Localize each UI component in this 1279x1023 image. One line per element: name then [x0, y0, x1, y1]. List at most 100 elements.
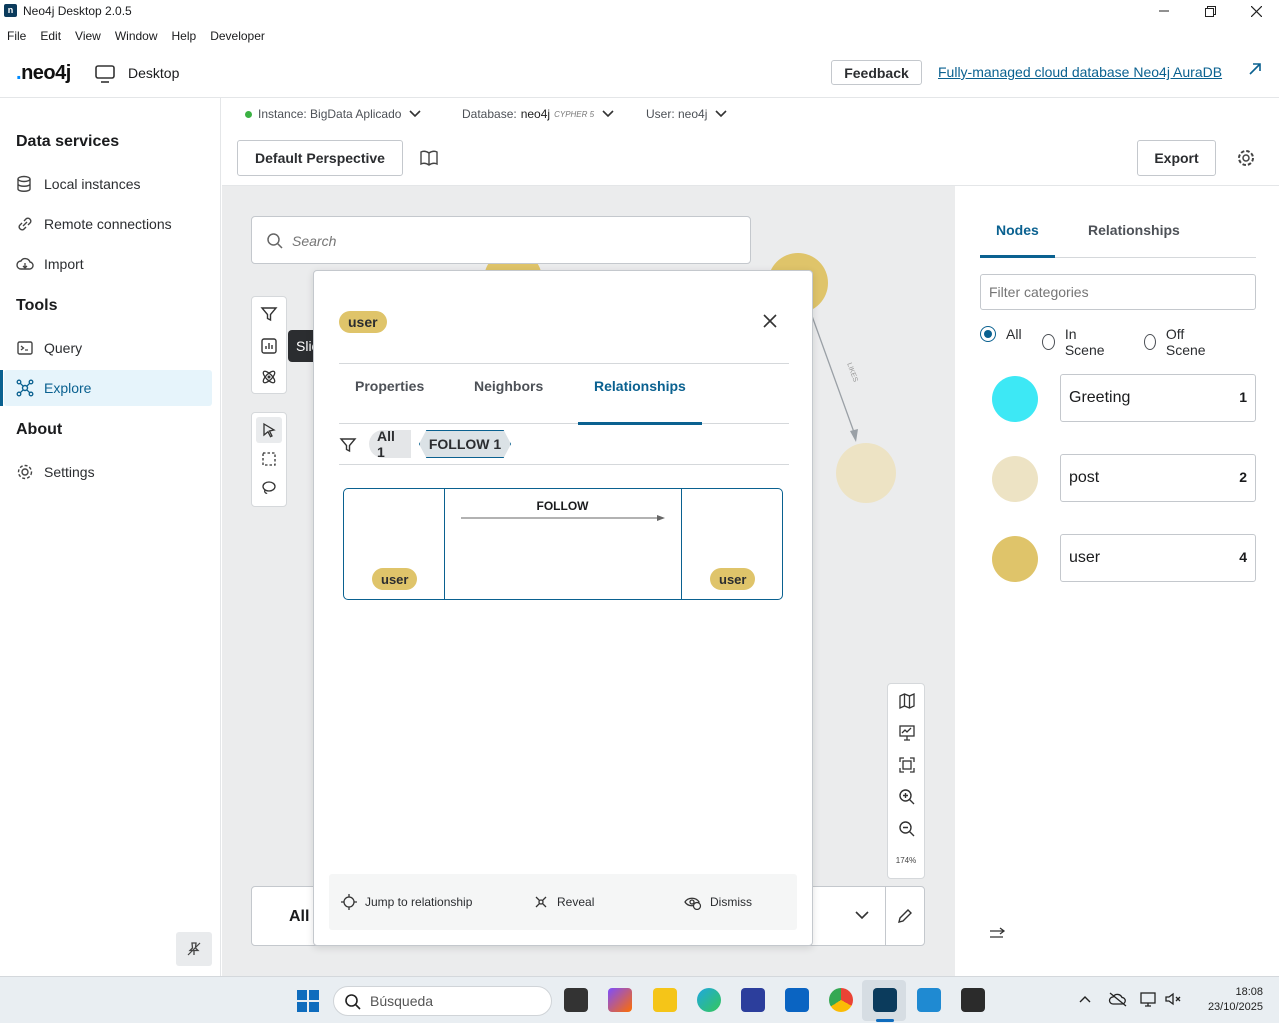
taskbar-clock[interactable]: 18:08 23/10/2025 [1197, 985, 1263, 1015]
filter-tool-button[interactable] [256, 301, 282, 327]
neo4j-logo[interactable]: .neo4j [16, 62, 71, 85]
sidebar-item-label: Settings [44, 464, 95, 480]
menu-file[interactable]: File [0, 26, 33, 46]
crosshair-icon [341, 894, 357, 910]
search-input[interactable] [292, 229, 732, 253]
box-select-button[interactable] [256, 446, 282, 472]
book-icon[interactable] [419, 149, 439, 167]
database-selector[interactable]: Database: neo4j CYPHER 5 [462, 107, 618, 121]
file-explorer-icon[interactable] [653, 988, 677, 1012]
volume-muted-icon[interactable] [1164, 991, 1184, 1007]
msn-icon[interactable] [608, 988, 632, 1012]
neo4j-desktop-icon[interactable] [873, 988, 897, 1012]
pencil-icon[interactable] [896, 907, 914, 925]
store-icon[interactable] [741, 988, 765, 1012]
filter-icon[interactable] [339, 436, 357, 454]
category-box[interactable]: post 2 [1060, 454, 1256, 502]
tab-properties[interactable]: Properties [339, 378, 440, 425]
map-button[interactable] [896, 690, 918, 712]
dismiss-button[interactable]: Dismiss [684, 894, 752, 910]
pointer-tool-button[interactable] [256, 417, 282, 443]
perspective-button[interactable]: Default Perspective [237, 140, 403, 176]
lasso-select-button[interactable] [256, 475, 282, 501]
category-color[interactable] [992, 376, 1038, 422]
pin-icon [187, 942, 201, 956]
menu-edit[interactable]: Edit [33, 26, 68, 46]
outlook-icon[interactable] [785, 988, 809, 1012]
instance-selector[interactable]: Instance: BigData Aplicado [245, 107, 425, 121]
category-color[interactable] [992, 456, 1038, 502]
section-about: About [16, 421, 63, 438]
map-controls: 174% [887, 683, 925, 879]
fit-screen-icon [899, 757, 915, 773]
tab-nodes[interactable]: Nodes [980, 222, 1055, 258]
tab-relationships[interactable]: Relationships [578, 378, 702, 425]
fit-to-screen-button[interactable] [896, 754, 918, 776]
lasso-icon [262, 481, 276, 494]
aura-link[interactable]: Fully-managed cloud database Neo4j AuraD… [938, 64, 1222, 80]
graph-node-post[interactable] [836, 443, 896, 503]
windows-start-icon[interactable] [296, 989, 320, 1013]
radio-all[interactable]: All [980, 326, 1022, 342]
category-color[interactable] [992, 536, 1038, 582]
presentation-button[interactable] [896, 722, 918, 744]
reveal-button[interactable]: Reveal [533, 894, 594, 910]
minimize-button[interactable] [1141, 0, 1187, 22]
slicer-tool-button[interactable] [256, 333, 282, 359]
tab-relationships[interactable]: Relationships [1072, 222, 1196, 258]
graph-data-science-button[interactable] [256, 364, 282, 390]
sidebar-item-import[interactable]: Import [4, 246, 212, 282]
legend-panel: Nodes Relationships All In Scene Off Sce… [956, 186, 1279, 976]
jump-to-relationship-button[interactable]: Jump to relationship [341, 894, 472, 910]
chevron-down-icon[interactable] [852, 909, 872, 923]
radio-in-scene[interactable]: In Scene [1042, 326, 1108, 358]
cursor-icon [263, 422, 276, 438]
feedback-button[interactable]: Feedback [831, 60, 922, 85]
search-bar[interactable] [251, 216, 751, 264]
cloud-off-icon[interactable] [1108, 991, 1128, 1007]
sidebar-item-query[interactable]: Query [4, 330, 212, 366]
vscode-icon[interactable] [917, 988, 941, 1012]
settings-gear-icon[interactable] [1236, 148, 1256, 168]
user-selector[interactable]: User: neo4j [646, 107, 731, 121]
category-box[interactable]: Greeting 1 [1060, 374, 1256, 422]
tab-neighbors[interactable]: Neighbors [458, 378, 559, 425]
terminal-icon[interactable] [961, 988, 985, 1012]
zoom-out-button[interactable] [896, 818, 918, 840]
sidebar-item-local-instances[interactable]: Local instances [4, 166, 212, 202]
maximize-button[interactable] [1187, 0, 1233, 22]
zoom-in-button[interactable] [896, 786, 918, 808]
taskbar-search[interactable]: Búsqueda [333, 986, 552, 1016]
category-row[interactable]: Greeting 1 [992, 374, 1256, 422]
menu-view[interactable]: View [68, 26, 108, 46]
menu-developer[interactable]: Developer [203, 26, 272, 46]
pin-button[interactable] [176, 932, 212, 966]
close-window-button[interactable] [1233, 0, 1279, 22]
chrome-icon[interactable] [829, 988, 853, 1012]
sidebar-item-settings[interactable]: Settings [4, 454, 212, 490]
export-button[interactable]: Export [1137, 140, 1216, 176]
category-row[interactable]: post 2 [992, 454, 1256, 502]
sidebar-item-explore[interactable]: Explore [0, 370, 212, 406]
edge-icon[interactable] [697, 988, 721, 1012]
sidebar-item-label: Remote connections [44, 216, 172, 232]
category-row[interactable]: user 4 [992, 534, 1256, 582]
radio-off-scene[interactable]: Off Scene [1144, 326, 1210, 358]
window-title: Neo4j Desktop 2.0.5 [23, 4, 132, 18]
menu-window[interactable]: Window [108, 26, 165, 46]
sidebar-item-label: Query [44, 340, 83, 356]
close-icon[interactable] [762, 313, 778, 329]
chip-follow[interactable]: FOLLOW 1 [419, 430, 511, 458]
inspector-tabs: Properties Neighbors Relationships [339, 363, 789, 425]
menu-help[interactable]: Help [165, 26, 204, 46]
network-icon[interactable] [1139, 991, 1159, 1007]
filter-categories-input[interactable] [980, 274, 1256, 310]
category-box[interactable]: user 4 [1060, 534, 1256, 582]
chevron-up-icon[interactable] [1078, 993, 1092, 1005]
chip-all[interactable]: All 1 [369, 428, 411, 460]
relationship-card[interactable]: FOLLOW user user [343, 488, 783, 600]
task-view-icon[interactable] [564, 988, 588, 1012]
sidebar-item-remote-connections[interactable]: Remote connections [4, 206, 212, 242]
chevron-down-icon [715, 110, 727, 118]
collapse-panel-icon[interactable] [988, 926, 1008, 942]
